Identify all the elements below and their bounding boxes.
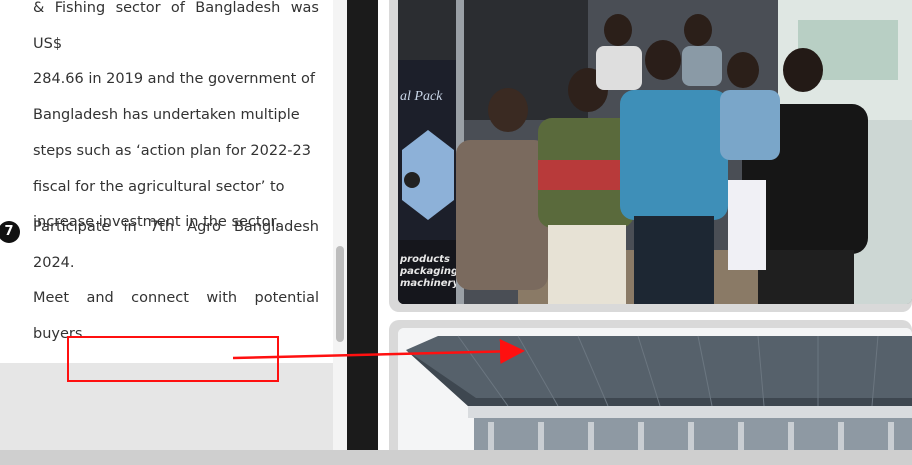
article-panel: & Fishing sector of Bangladesh was US$ 2…: [0, 0, 333, 465]
paragraph-line: 284.66 in 2019 and the government of: [33, 71, 315, 88]
poster-line: packaging: [399, 266, 458, 277]
paragraph-line: & Fishing sector of Bangladesh was US$: [33, 0, 319, 52]
paragraph-line: steps such as ‘action plan for 2022-23: [33, 142, 311, 159]
article-paragraph: & Fishing sector of Bangladesh was US$ 2…: [33, 0, 319, 241]
bullet-number-badge: 7: [0, 221, 20, 243]
venue-building-photo[interactable]: [398, 328, 912, 450]
expo-crowd-image: al Pack products packaging machinery: [398, 0, 912, 304]
poster-line: machinery: [400, 278, 459, 289]
paragraph-line: fiscal for the agricultural sector’ to: [33, 178, 285, 195]
poster-line: products: [399, 254, 450, 265]
annotation-highlight-box: [67, 336, 279, 382]
bullet-line: Participate in 7th Agro Bangladesh 2024.: [33, 219, 319, 271]
expo-crowd-photo[interactable]: al Pack products packaging machinery: [398, 0, 912, 304]
booth-banner-text: al Pack: [400, 89, 443, 104]
scrollbar-track[interactable]: [333, 0, 347, 450]
taskbar-strip: [0, 450, 912, 465]
scrollbar-thumb[interactable]: [336, 246, 344, 342]
paragraph-line: Bangladesh has undertaken multiple: [33, 107, 300, 124]
column-divider: [347, 0, 378, 450]
venue-building-image: [398, 328, 912, 450]
